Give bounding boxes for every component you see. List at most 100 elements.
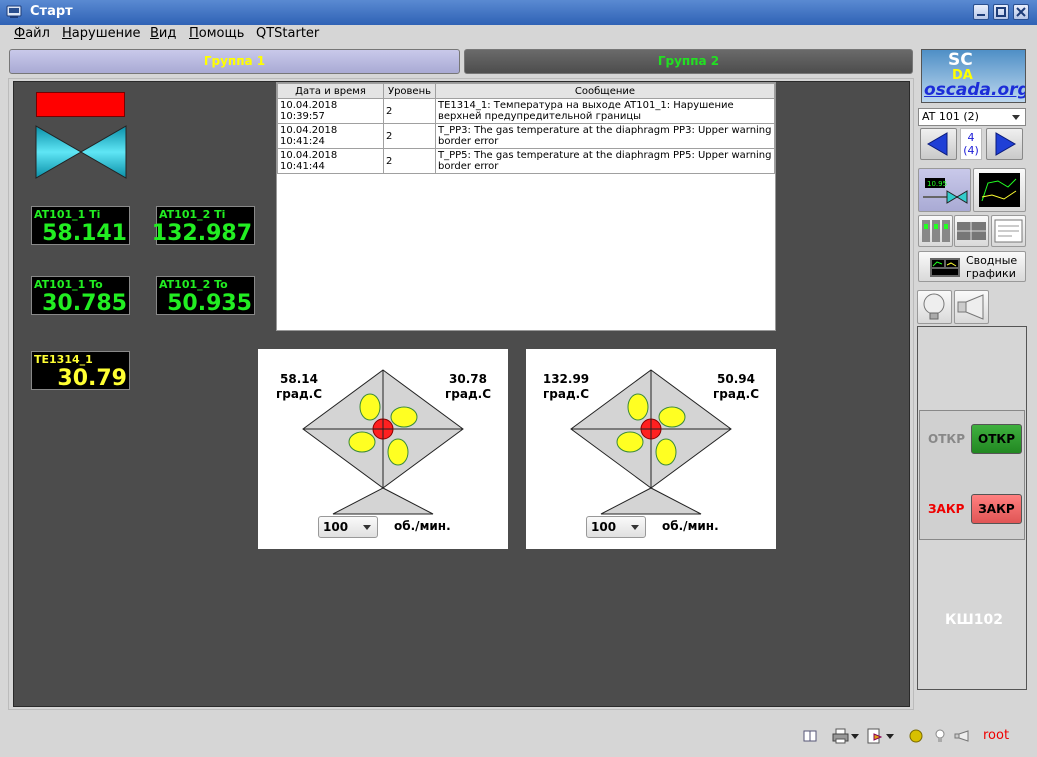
summary-chart-icon: [930, 258, 960, 277]
display-value: 30.785: [42, 291, 127, 316]
table-row[interactable]: 10.04.2018 10:39:57 2 TE1314_1: Температ…: [277, 98, 775, 124]
status-bar: [0, 720, 1037, 757]
display-at101-1-to[interactable]: AT101_1 To 30.785: [31, 276, 130, 316]
state-open-label: ОТКР: [928, 432, 965, 446]
chevron-down-icon[interactable]: [886, 734, 894, 740]
window-title: Старт: [30, 4, 73, 19]
cell-level: 2: [383, 98, 436, 124]
summary-charts-button[interactable]: Сводные графики: [918, 251, 1026, 282]
menu-file[interactable]: Файл: [14, 26, 50, 41]
column-header-message[interactable]: Сообщение: [435, 83, 775, 99]
arrow-left-icon: [927, 132, 948, 156]
fan-speed-select[interactable]: 100: [586, 516, 646, 538]
open-button[interactable]: ОТКР: [971, 424, 1022, 454]
mnemonic-view-button[interactable]: 10.95: [918, 168, 971, 212]
document-icon: [994, 219, 1023, 243]
messages-table[interactable]: Дата и время Уровень Сообщение 10.04.201…: [276, 82, 776, 331]
table-row[interactable]: 10.04.2018 10:41:44 2 T_PP5: The gas tem…: [277, 148, 775, 174]
device-name: КШ102: [945, 612, 1003, 628]
menu-bar: Файл Нарушение Вид Помощь QTStarter: [0, 25, 1037, 44]
fan-rpm-unit: об./мин.: [394, 519, 451, 533]
overview-icon: [957, 222, 986, 240]
cell-datetime: 10.04.2018 10:41:24: [277, 123, 384, 149]
print-icon[interactable]: [832, 728, 850, 744]
cell-level: 2: [383, 123, 436, 149]
cell-datetime: 10.04.2018 10:41:44: [277, 148, 384, 174]
overview-button[interactable]: [954, 215, 989, 247]
chevron-down-icon: [631, 525, 639, 530]
table-row[interactable]: 10.04.2018 10:41:24 2 T_PP3: The gas tem…: [277, 123, 775, 149]
menu-help[interactable]: Помощь: [189, 26, 244, 41]
column-header-datetime[interactable]: Дата и время: [277, 83, 384, 99]
display-label: AT101_2 Ti: [159, 208, 226, 221]
menu-view[interactable]: Вид: [150, 26, 176, 41]
cell-message: T_PP5: The gas temperature at the diaphr…: [435, 148, 775, 174]
mnemonic-icon: 10.95: [923, 178, 968, 204]
book-icon[interactable]: [802, 728, 818, 744]
fan-speed-select[interactable]: 100: [318, 516, 378, 538]
arrow-right-icon: [995, 132, 1016, 156]
state-close-label: ЗАКР: [928, 502, 965, 516]
export-icon[interactable]: [866, 728, 884, 744]
fan-temp-out: 50.94 град.С: [712, 372, 759, 401]
display-label: TE1314_1: [34, 353, 93, 366]
group-view-button[interactable]: [918, 215, 953, 247]
status-light-icon[interactable]: [908, 728, 924, 744]
app-icon[interactable]: [6, 4, 22, 20]
maximize-button[interactable]: [993, 4, 1009, 20]
current-user[interactable]: root: [983, 728, 1009, 743]
menu-qtstarter[interactable]: QTStarter: [256, 26, 319, 41]
fan-widget-2[interactable]: 132.99 град.С 50.94 град.С 100 об./мин.: [526, 349, 776, 549]
chart-icon: [979, 173, 1020, 207]
lightbulb-icon[interactable]: [933, 728, 947, 744]
horn-icon[interactable]: [954, 728, 970, 744]
trend-view-button[interactable]: [973, 168, 1026, 212]
fan-temp-in: 132.99 град.С: [542, 372, 590, 401]
display-label: AT101_1 Ti: [34, 208, 101, 221]
display-value: 50.935: [167, 291, 252, 316]
valve-icon[interactable]: [34, 124, 128, 183]
prev-page-button[interactable]: [920, 128, 957, 160]
oscada-logo[interactable]: SC DA oscada.org: [921, 49, 1026, 103]
tab-group-1[interactable]: Группа 1: [9, 49, 460, 74]
chevron-down-icon: [1012, 115, 1020, 120]
object-select[interactable]: AT 101 (2): [918, 108, 1026, 126]
minimize-button[interactable]: [973, 4, 989, 20]
menu-violation[interactable]: Нарушение: [62, 26, 141, 41]
fan-rpm-unit: об./мин.: [662, 519, 719, 533]
title-bar: Старт: [0, 0, 1037, 25]
panel-group-icon: [922, 220, 950, 242]
tab-group-2[interactable]: Группа 2: [464, 49, 913, 74]
close-button[interactable]: [1013, 4, 1029, 20]
chevron-down-icon: [363, 525, 371, 530]
cell-message: TE1314_1: Температура на выходе AT101_1:…: [435, 98, 775, 124]
fan-widget-1[interactable]: 58.14 град.С 30.78 град.С 100 об./мин.: [258, 349, 508, 549]
display-label: AT101_2 To: [159, 278, 228, 291]
display-value: 30.79: [57, 366, 127, 391]
alarm-indicator[interactable]: [36, 92, 125, 117]
alarm-light-button[interactable]: [917, 290, 952, 324]
cell-message: T_PP3: The gas temperature at the diaphr…: [435, 123, 775, 149]
fan-temp-out: 30.78 град.С: [444, 372, 491, 401]
display-at101-2-ti[interactable]: AT101_2 Ti 132.987: [152, 206, 255, 246]
alarm-sound-button[interactable]: [954, 290, 989, 324]
cell-datetime: 10.04.2018 10:39:57: [277, 98, 384, 124]
display-value: 132.987: [151, 221, 252, 246]
document-view-button[interactable]: [991, 215, 1026, 247]
close-valve-button[interactable]: ЗАКР: [971, 494, 1022, 524]
fan-temp-in: 58.14 град.С: [275, 372, 322, 401]
page-indicator: 4 (4): [960, 128, 982, 160]
display-label: AT101_1 To: [34, 278, 103, 291]
horn-icon: [957, 294, 984, 320]
chevron-down-icon[interactable]: [851, 734, 859, 740]
next-page-button[interactable]: [986, 128, 1023, 160]
display-value: 58.141: [42, 221, 127, 246]
column-header-level[interactable]: Уровень: [383, 83, 436, 99]
display-at101-1-ti[interactable]: AT101_1 Ti 58.141: [31, 206, 130, 246]
display-te1314-1[interactable]: TE1314_1 30.79: [31, 351, 130, 391]
svg-text:10.95: 10.95: [927, 180, 947, 188]
display-at101-2-to[interactable]: AT101_2 To 50.935: [156, 276, 255, 316]
cell-level: 2: [383, 148, 436, 174]
lightbulb-icon: [923, 293, 945, 320]
logo-url: oscada.org: [924, 80, 1026, 100]
